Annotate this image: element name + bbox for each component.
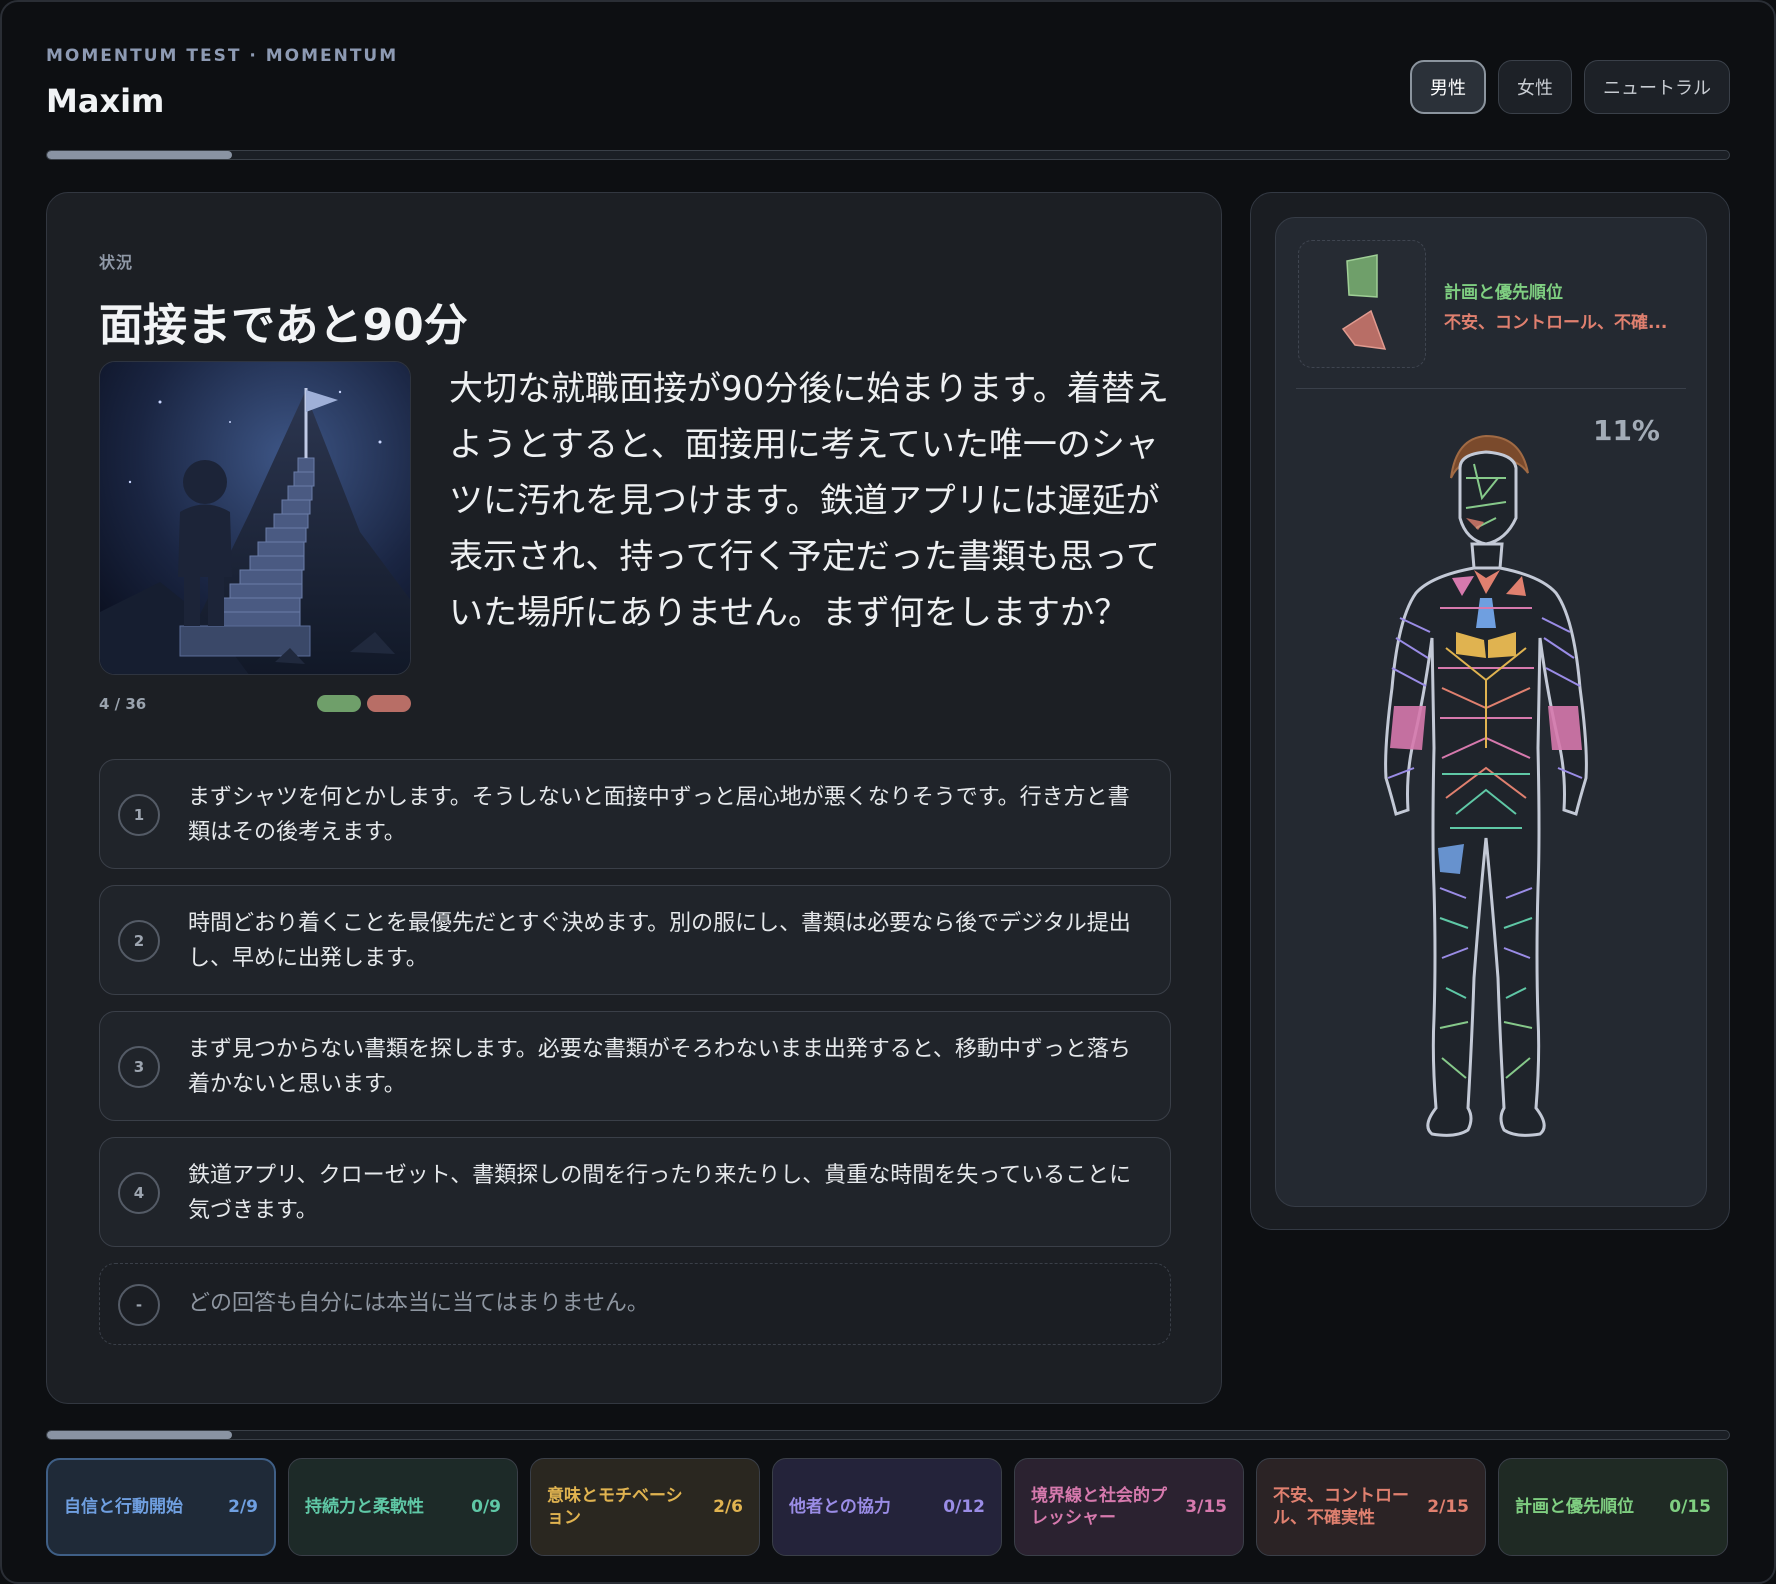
category-tab[interactable]: 計画と優先順位 0/15 xyxy=(1498,1458,1728,1556)
category-tab-count: 0/9 xyxy=(471,1497,501,1517)
legend-primary-category: 計画と優先順位 xyxy=(1444,283,1563,303)
divider xyxy=(1296,388,1686,389)
category-tab-count: 2/9 xyxy=(228,1497,258,1517)
category-tab[interactable]: 自信と行動開始 2/9 xyxy=(46,1458,276,1556)
negative-indicator xyxy=(367,695,411,712)
answer-text: 鉄道アプリ、クローゼット、書類探しの間を行ったり来たりし、貴重な時間を失っている… xyxy=(188,1163,1132,1223)
category-tab-label: 自信と行動開始 xyxy=(64,1497,183,1517)
category-tab-label: 不安、コントロール、不確実性 xyxy=(1273,1486,1409,1528)
gender-male-button[interactable]: 男性 xyxy=(1410,60,1486,114)
legend-shapes xyxy=(1298,240,1426,368)
question-counter: 4 / 36 xyxy=(99,695,147,713)
profile-panel: 計画と優先順位 不安、コントロール、不確... 11% xyxy=(1250,192,1730,1230)
red-shard-icon xyxy=(1341,309,1387,350)
legend-secondary-category: 不安、コントロール、不確... xyxy=(1444,313,1668,333)
category-tab[interactable]: 意味とモチベーション 2/6 xyxy=(530,1458,760,1556)
category-tab-count: 0/12 xyxy=(943,1497,985,1517)
answer-option-none[interactable]: - どの回答も自分には本当に当てはまりません。 xyxy=(99,1263,1171,1345)
answer-text: まずシャツを何とかします。そうしないと面接中ずっと居心地が悪くなりそうです。行き… xyxy=(188,785,1130,845)
green-shard-icon xyxy=(1346,254,1378,298)
answer-number: 3 xyxy=(118,1046,160,1088)
category-tab[interactable]: 不安、コントロール、不確実性 2/15 xyxy=(1256,1458,1486,1556)
gender-female-button[interactable]: 女性 xyxy=(1498,60,1572,114)
answer-number: 1 xyxy=(118,794,160,836)
answer-text: まず見つからない書類を探します。必要な書類がそろわないまま出発すると、移動中ずっ… xyxy=(188,1037,1131,1097)
category-tab-label: 計画と優先順位 xyxy=(1515,1497,1634,1517)
category-tab-label: 他者との協力 xyxy=(789,1497,891,1517)
answer-option-2[interactable]: 2 時間どおり着くことを最優先だとすぐ決めます。別の服にし、書類は必要なら後でデ… xyxy=(99,885,1171,995)
category-tabs: 自信と行動開始 2/9 持続力と柔軟性 0/9 意味とモチベーション 2/6 他者との協力 0… xyxy=(46,1458,1728,1556)
answer-number: 2 xyxy=(118,920,160,962)
overall-progress-fill xyxy=(47,151,233,159)
answer-text: どの回答も自分には本当に当てはまりません。 xyxy=(188,1291,649,1316)
category-tab-count: 0/15 xyxy=(1669,1497,1711,1517)
category-progress-fill xyxy=(47,1431,233,1439)
scenario-title: 面接まであと90分 xyxy=(99,300,468,351)
gender-selector: 男性 女性 ニュートラル xyxy=(1410,60,1730,114)
body-figure xyxy=(1356,418,1616,1198)
category-tab-label: 境界線と社会的プレッシャー xyxy=(1031,1486,1167,1528)
answer-option-1[interactable]: 1 まずシャツを何とかします。そうしないと面接中ずっと居心地が悪くなりそうです。… xyxy=(99,759,1171,869)
category-progress-bar xyxy=(46,1430,1730,1440)
profile-inner: 計画と優先順位 不安、コントロール、不確... 11% xyxy=(1275,217,1707,1207)
answer-option-3[interactable]: 3 まず見つからない書類を探します。必要な書類がそろわないまま出発すると、移動中… xyxy=(99,1011,1171,1121)
gender-neutral-button[interactable]: ニュートラル xyxy=(1584,60,1730,114)
category-tab-label: 意味とモチベーション xyxy=(547,1486,683,1528)
category-tab[interactable]: 持続力と柔軟性 0/9 xyxy=(288,1458,518,1556)
category-tab[interactable]: 他者との協力 0/12 xyxy=(772,1458,1002,1556)
category-tab-count: 2/6 xyxy=(713,1497,743,1517)
app-frame: MOMENTUM TEST · MOMENTUM Maxim 男性 女性 ニュー… xyxy=(0,0,1776,1584)
section-label: 状況 xyxy=(99,253,134,272)
scenario-description: 大切な就職面接が90分後に始まります。着替えようとすると、面接用に考えていた唯一… xyxy=(449,369,1169,633)
category-tab-count: 3/15 xyxy=(1185,1497,1227,1517)
scenario-card: 状況 面接まであと90分 4 / 36 大切な就職面接が90分後に始まります。着… xyxy=(46,192,1222,1404)
overall-progress-bar xyxy=(46,150,1730,160)
answer-option-4[interactable]: 4 鉄道アプリ、クローゼット、書類探しの間を行ったり来たりし、貴重な時間を失って… xyxy=(99,1137,1171,1247)
answer-number: - xyxy=(118,1284,160,1326)
category-tab-label: 持続力と柔軟性 xyxy=(305,1497,424,1517)
answer-number: 4 xyxy=(118,1172,160,1214)
scenario-illustration xyxy=(99,361,411,675)
category-tab[interactable]: 境界線と社会的プレッシャー 3/15 xyxy=(1014,1458,1244,1556)
category-tab-count: 2/15 xyxy=(1427,1497,1469,1517)
answer-list: 1 まずシャツを何とかします。そうしないと面接中ずっと居心地が悪くなりそうです。… xyxy=(99,759,1171,1361)
answer-text: 時間どおり着くことを最優先だとすぐ決めます。別の服にし、書類は必要なら後でデジタ… xyxy=(188,911,1131,971)
header: MOMENTUM TEST · MOMENTUM Maxim 男性 女性 ニュー… xyxy=(46,46,1730,120)
positive-indicator xyxy=(317,695,361,712)
